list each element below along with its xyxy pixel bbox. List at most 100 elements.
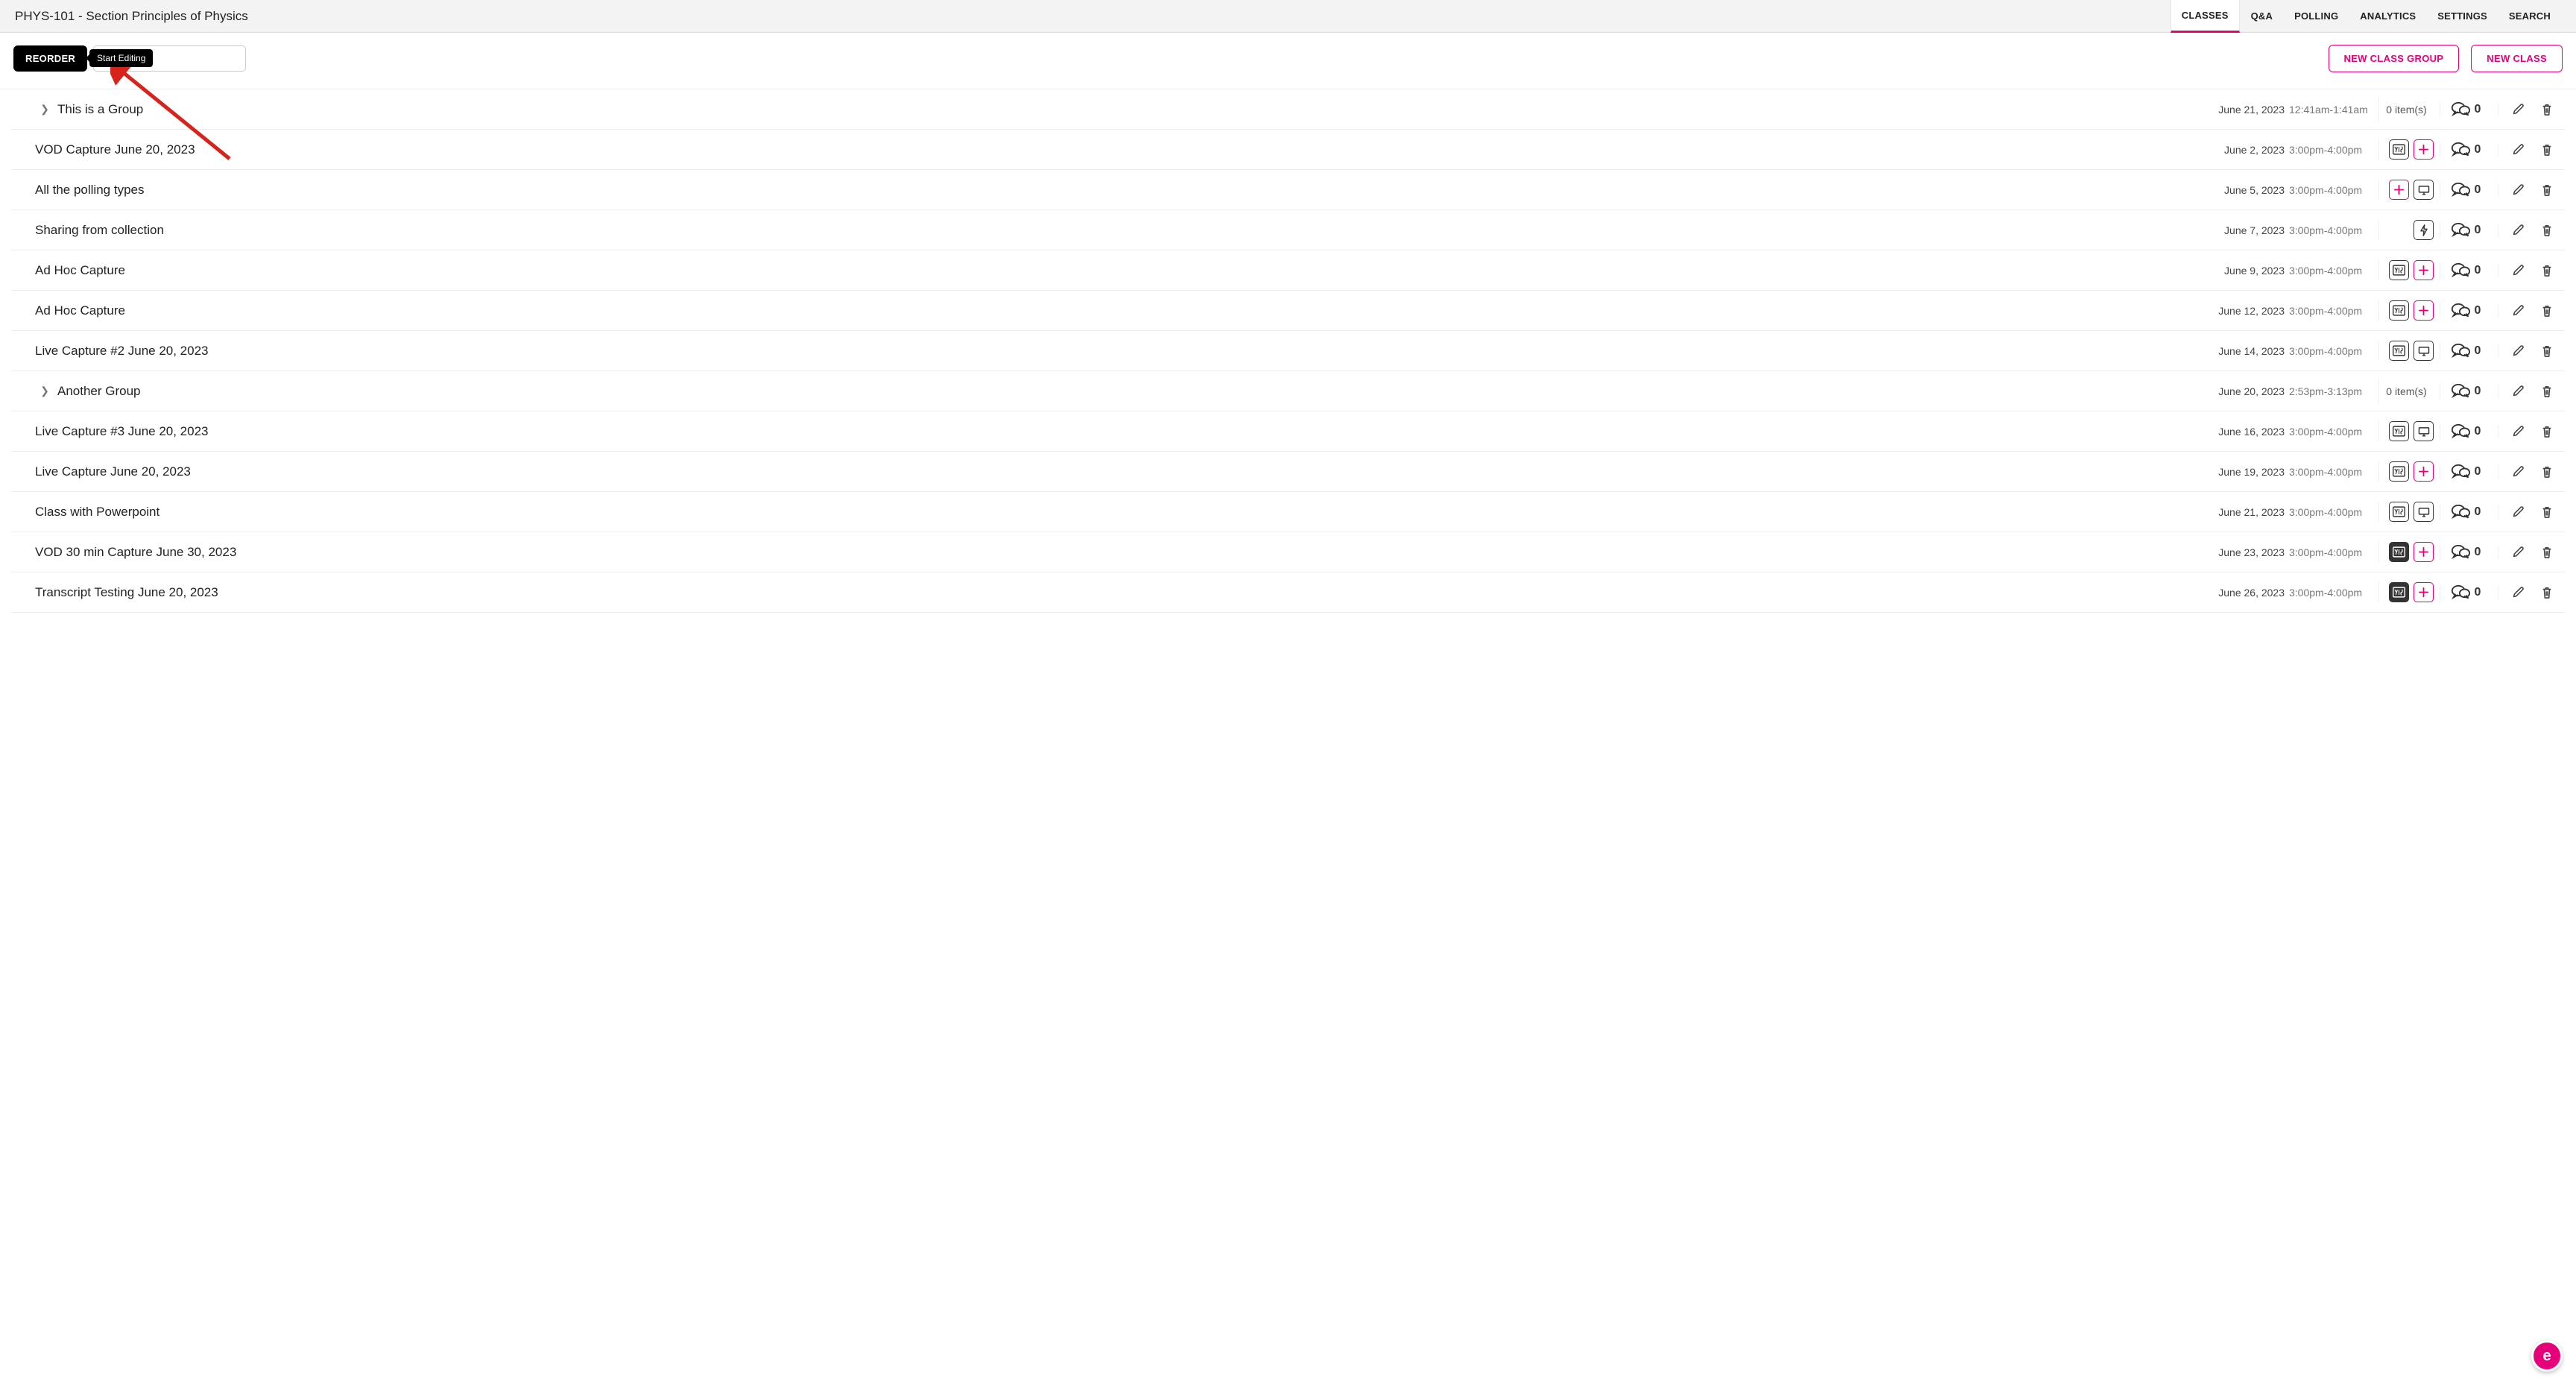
row-title[interactable]: VOD Capture June 20, 2023 — [35, 142, 195, 157]
media-icon[interactable] — [2389, 461, 2409, 482]
edit-icon[interactable] — [2512, 183, 2525, 196]
comments-button[interactable]: 0 — [2440, 102, 2492, 117]
presentation-icon[interactable] — [2414, 180, 2434, 200]
delete-icon[interactable] — [2541, 546, 2553, 559]
add-icon[interactable] — [2414, 260, 2434, 280]
row-title[interactable]: Live Capture #3 June 20, 2023 — [35, 424, 209, 439]
row-title[interactable]: Live Capture June 20, 2023 — [35, 464, 191, 479]
edit-icon[interactable] — [2512, 385, 2525, 397]
delete-icon[interactable] — [2541, 143, 2553, 157]
media-icon[interactable] — [2389, 421, 2409, 441]
delete-icon[interactable] — [2541, 465, 2553, 479]
media-icon[interactable] — [2389, 139, 2409, 160]
delete-icon[interactable] — [2541, 425, 2553, 438]
row-datetime: June 20, 20232:53pm-3:13pm — [2207, 385, 2371, 397]
edit-icon[interactable] — [2512, 465, 2525, 478]
comments-button[interactable]: 0 — [2440, 505, 2492, 520]
add-icon[interactable] — [2389, 180, 2409, 200]
comments-button[interactable]: 0 — [2440, 585, 2492, 600]
presentation-icon[interactable] — [2414, 502, 2434, 522]
tab-qa[interactable]: Q&A — [2240, 0, 2284, 33]
row-datetime: June 26, 20233:00pm-4:00pm — [2207, 587, 2371, 599]
comments-button[interactable]: 0 — [2440, 303, 2492, 318]
delete-icon[interactable] — [2541, 304, 2553, 318]
comments-count: 0 — [2475, 385, 2481, 398]
comments-button[interactable]: 0 — [2440, 545, 2492, 560]
row-title[interactable]: Live Capture #2 June 20, 2023 — [35, 344, 209, 359]
comments-count: 0 — [2475, 304, 2481, 318]
add-icon[interactable] — [2414, 582, 2434, 602]
add-icon[interactable] — [2414, 461, 2434, 482]
add-icon[interactable] — [2414, 300, 2434, 321]
delete-icon[interactable] — [2541, 385, 2553, 398]
edit-icon[interactable] — [2512, 344, 2525, 357]
edit-icon[interactable] — [2512, 143, 2525, 156]
comments-button[interactable]: 0 — [2440, 263, 2492, 278]
tab-settings[interactable]: SETTINGS — [2426, 0, 2498, 33]
chat-icon — [2452, 424, 2470, 439]
chat-icon — [2452, 183, 2470, 198]
delete-icon[interactable] — [2541, 505, 2553, 519]
row-status-icons — [2378, 542, 2434, 562]
edit-icon[interactable] — [2512, 586, 2525, 599]
media-icon[interactable] — [2389, 502, 2409, 522]
row-datetime: June 5, 20233:00pm-4:00pm — [2207, 184, 2371, 196]
new-class-group-button[interactable]: NEW CLASS GROUP — [2329, 45, 2460, 72]
tab-search[interactable]: SEARCH — [2498, 0, 2561, 33]
add-icon[interactable] — [2414, 542, 2434, 562]
media-icon[interactable] — [2389, 542, 2409, 562]
chat-icon — [2452, 223, 2470, 238]
tab-classes[interactable]: CLASSES — [2171, 0, 2240, 33]
comments-button[interactable]: 0 — [2440, 183, 2492, 198]
class-row: VOD Capture June 20, 2023 June 2, 20233:… — [11, 130, 2565, 170]
row-title[interactable]: All the polling types — [35, 183, 144, 198]
edit-icon[interactable] — [2512, 425, 2525, 438]
comments-button[interactable]: 0 — [2440, 424, 2492, 439]
comments-button[interactable]: 0 — [2440, 344, 2492, 359]
row-status-icons — [2378, 502, 2434, 522]
row-title[interactable]: This is a Group — [57, 102, 143, 117]
comments-button[interactable]: 0 — [2440, 142, 2492, 157]
comments-button[interactable]: 0 — [2440, 464, 2492, 479]
delete-icon[interactable] — [2541, 264, 2553, 277]
media-icon[interactable] — [2389, 341, 2409, 361]
edit-icon[interactable] — [2512, 546, 2525, 558]
media-icon[interactable] — [2389, 260, 2409, 280]
reorder-button[interactable]: REORDER — [13, 45, 87, 72]
media-icon[interactable] — [2389, 300, 2409, 321]
row-title[interactable]: VOD 30 min Capture June 30, 2023 — [35, 545, 236, 560]
comments-button[interactable]: 0 — [2440, 223, 2492, 238]
bolt-icon[interactable] — [2414, 220, 2434, 240]
edit-icon[interactable] — [2512, 103, 2525, 116]
tab-analytics[interactable]: ANALYTICS — [2349, 0, 2426, 33]
delete-icon[interactable] — [2541, 344, 2553, 358]
chevron-right-icon[interactable]: ❯ — [40, 103, 50, 116]
row-title[interactable]: Transcript Testing June 20, 2023 — [35, 585, 218, 600]
new-class-button[interactable]: NEW CLASS — [2471, 45, 2563, 72]
add-icon[interactable] — [2414, 139, 2434, 160]
row-title[interactable]: Ad Hoc Capture — [35, 303, 125, 318]
row-status-icons — [2378, 260, 2434, 280]
row-status-icons — [2378, 341, 2434, 361]
edit-icon[interactable] — [2512, 304, 2525, 317]
row-title[interactable]: Class with Powerpoint — [35, 505, 160, 520]
tab-polling[interactable]: POLLING — [2283, 0, 2349, 33]
media-icon[interactable] — [2389, 582, 2409, 602]
row-title[interactable]: Sharing from collection — [35, 223, 164, 238]
edit-icon[interactable] — [2512, 505, 2525, 518]
delete-icon[interactable] — [2541, 586, 2553, 599]
row-title[interactable]: Ad Hoc Capture — [35, 263, 125, 278]
row-title[interactable]: Another Group — [57, 384, 141, 399]
reorder-tooltip: Start Editing — [89, 49, 153, 67]
delete-icon[interactable] — [2541, 183, 2553, 197]
delete-icon[interactable] — [2541, 224, 2553, 237]
comments-button[interactable]: 0 — [2440, 384, 2492, 399]
chevron-right-icon[interactable]: ❯ — [40, 385, 50, 397]
edit-icon[interactable] — [2512, 264, 2525, 277]
delete-icon[interactable] — [2541, 103, 2553, 116]
row-status-icons — [2378, 220, 2434, 240]
edit-icon[interactable] — [2512, 224, 2525, 236]
help-badge[interactable]: e — [2531, 1340, 2563, 1372]
presentation-icon[interactable] — [2414, 341, 2434, 361]
presentation-icon[interactable] — [2414, 421, 2434, 441]
